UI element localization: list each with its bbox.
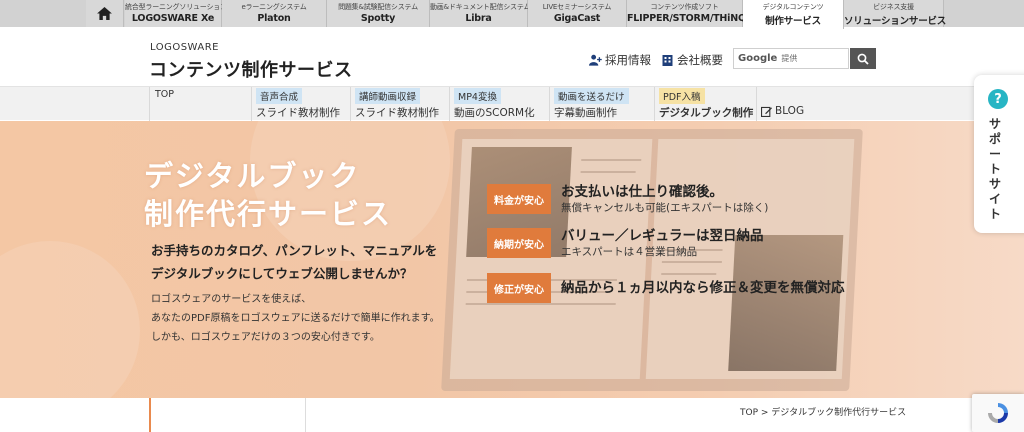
promise-main: 納品から１ヵ月以内なら修正＆変更を無償対応 — [561, 280, 845, 296]
promise-note: エキスパートは４営業日納品 — [561, 246, 698, 258]
nav-voice-slide[interactable]: 音声合成 スライド教材制作 — [251, 87, 350, 121]
product-tab-logosware-xe[interactable]: 統合型ラーニングソリューション LOGOSWARE Xe — [125, 0, 227, 27]
breadcrumb[interactable]: TOP > デジタルブック制作代行サービス — [740, 405, 906, 418]
support-label: サポートサイト — [989, 117, 1002, 221]
service-nav: TOP 音声合成 スライド教材制作 講師動画収録 スライド教材制作 MP4変換 … — [0, 86, 1024, 121]
product-bar: 統合型ラーニングソリューション LOGOSWARE Xe eラーニングシステム … — [0, 0, 1024, 29]
side-column — [149, 398, 306, 432]
nav-label: 字幕動画制作 — [554, 107, 617, 119]
support-site-tab[interactable]: ? サポートサイト — [974, 75, 1024, 233]
nav-label: 動画のSCORM化 — [454, 107, 535, 119]
promise-badge: 納期が安心 — [487, 228, 551, 258]
nav-blog[interactable]: BLOG — [756, 87, 826, 121]
promise-revision: 修正が安心 納品から１ヵ月以内なら修正＆変更を無償対応 — [487, 273, 845, 305]
promise-price: 料金が安心 お支払いは仕上り確認後。 無償キャンセルも可能(エキスパートは除く) — [487, 184, 768, 216]
nav-lecturer-slide[interactable]: 講師動画収録 スライド教材制作 — [350, 87, 449, 121]
hero-title: デジタルブック 制作代行サービス — [144, 159, 393, 231]
nav-subtitle-video[interactable]: 動画を送るだけ 字幕動画制作 — [549, 87, 654, 121]
promise-main: バリュー／レギュラーは翌日納品 — [561, 228, 764, 244]
nav-scorm[interactable]: MP4変換 動画のSCORM化 — [449, 87, 549, 121]
product-tab-platon[interactable]: eラーニングシステム Platon — [222, 0, 327, 27]
nav-top-label: TOP — [155, 89, 175, 100]
hero-body: ロゴスウェアのサービスを使えば、 あなたのPDF原稿をロゴスウェアに送るだけで簡… — [151, 294, 440, 343]
brand-small: LOGOSWARE — [150, 42, 220, 53]
nav-top[interactable]: TOP — [149, 87, 251, 121]
product-tab-spotty[interactable]: 問題集&試験配信システム Spotty — [327, 0, 430, 27]
user-plus-icon — [589, 54, 602, 66]
hero-lead: お手持ちのカタログ、パンフレット、マニュアルを デジタルブックにしてウェブ公開し… — [151, 243, 438, 281]
product-tab-solution-service[interactable]: ビジネス支援 ソリューションサービス — [844, 0, 946, 27]
nav-blog-label: BLOG — [761, 105, 804, 117]
search-input[interactable]: Google 提供 — [733, 48, 849, 69]
hero-banner: デジタルブック 制作代行サービス お手持ちのカタログ、パンフレット、マニュアルを… — [0, 121, 1024, 398]
google-logo: Google — [738, 53, 778, 64]
search-placeholder: 提供 — [781, 54, 798, 63]
product-tab-libra[interactable]: 動画&ドキュメント配信システム Libra — [430, 0, 530, 27]
nav-label: スライド教材制作 — [355, 107, 439, 119]
question-icon: ? — [988, 89, 1008, 109]
product-tab-gigacast[interactable]: LIVEセミナーシステム GigaCast — [528, 0, 627, 27]
promise-badge: 修正が安心 — [487, 273, 551, 303]
product-tab-contents-service[interactable]: デジタルコンテンツ 制作サービス — [743, 0, 844, 29]
home-icon — [97, 7, 112, 20]
nav-tag: 音声合成 — [256, 88, 303, 104]
search-icon — [857, 53, 869, 65]
recruit-label: 採用情報 — [605, 53, 651, 67]
home-button[interactable] — [86, 0, 124, 27]
product-tab-flipper[interactable]: コンテンツ作成ソフト FLIPPER/STORM/THiNQ — [627, 0, 746, 27]
edit-icon — [761, 106, 772, 117]
company-label: 会社概要 — [677, 53, 723, 67]
building-icon — [662, 55, 673, 66]
nav-label: デジタルブック制作 — [659, 107, 754, 119]
recaptcha-icon — [988, 403, 1008, 423]
recaptcha-badge[interactable] — [972, 394, 1024, 432]
promise-delivery: 納期が安心 バリュー／レギュラーは翌日納品 エキスパートは４営業日納品 — [487, 228, 764, 260]
nav-tag: 動画を送るだけ — [554, 88, 629, 104]
content-area: TOP > デジタルブック制作代行サービス — [0, 398, 1024, 432]
book-image — [441, 129, 863, 391]
nav-tag: 講師動画収録 — [355, 88, 421, 104]
promise-note: 無償キャンセルも可能(エキスパートは除く) — [561, 202, 769, 214]
hero-decoration — [0, 241, 140, 398]
promise-badge: 料金が安心 — [487, 184, 551, 214]
nav-label: スライド教材制作 — [256, 107, 340, 119]
recruit-link[interactable]: 採用情報 — [589, 52, 651, 68]
promise-main: お支払いは仕上り確認後。 — [561, 184, 723, 200]
nav-tag: MP4変換 — [454, 88, 501, 104]
nav-tag: PDF入稿 — [659, 88, 705, 104]
search-button[interactable] — [850, 48, 876, 69]
company-link[interactable]: 会社概要 — [661, 52, 723, 68]
nav-digital-book[interactable]: PDF入稿 デジタルブック制作 — [654, 87, 756, 121]
site-title[interactable]: コンテンツ制作サービス — [149, 56, 353, 82]
